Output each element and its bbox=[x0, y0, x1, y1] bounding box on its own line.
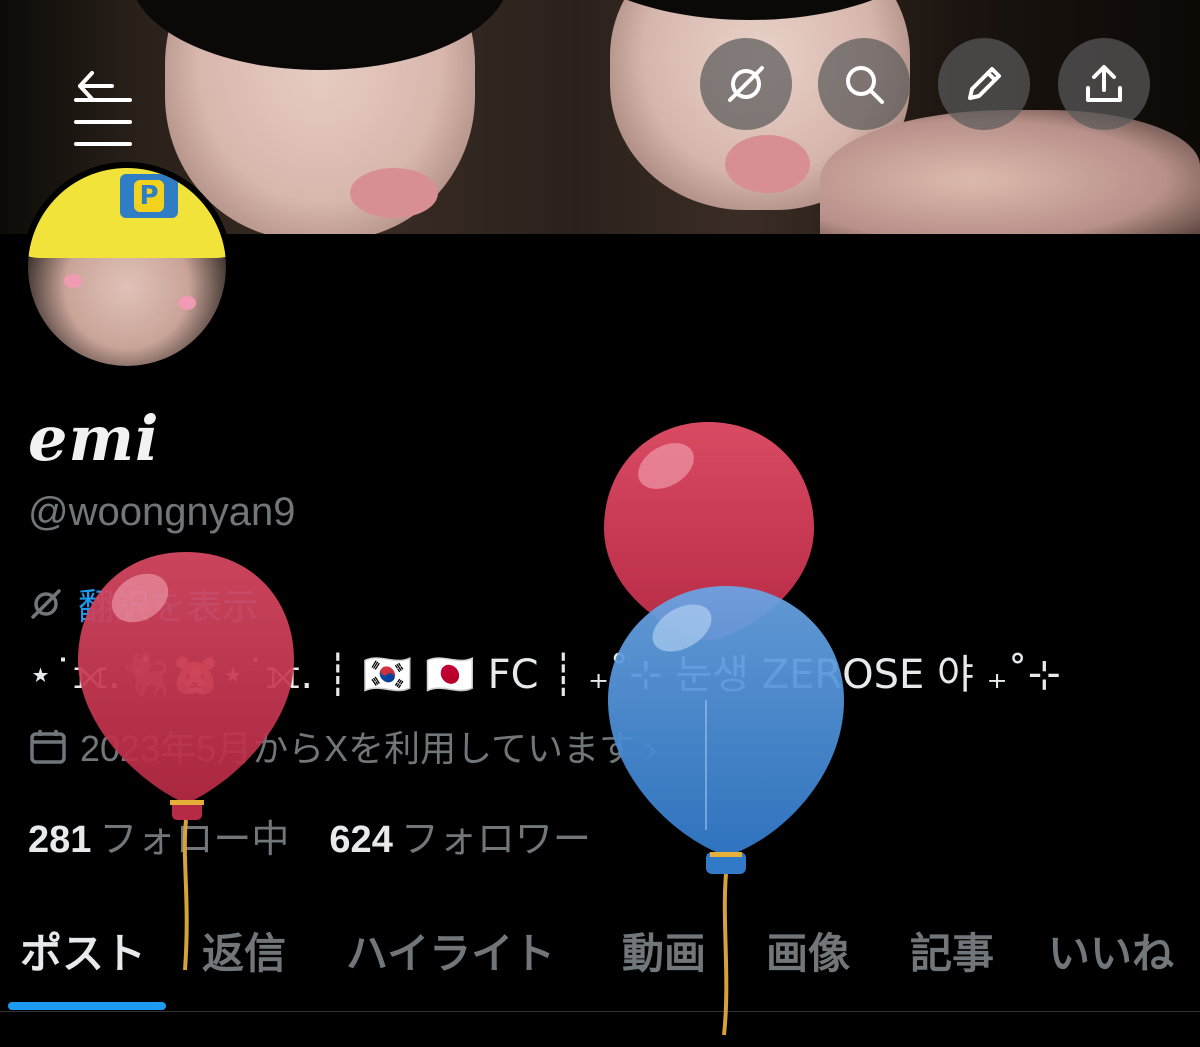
display-name: emi bbox=[28, 402, 160, 475]
bio: ⋆˙⟗.🐈‍⬛🐹⋆˙⟗. ┊ 🇰🇷 🇯🇵 FC ┊ ₊˚⊹ 눈생 ZEROSE … bbox=[28, 652, 1062, 698]
share-button[interactable] bbox=[1058, 38, 1150, 130]
tab-videos[interactable]: 動画 bbox=[622, 920, 706, 981]
tab-replies[interactable]: 返信 bbox=[202, 920, 286, 981]
followers-label: フォロワー bbox=[400, 819, 591, 861]
tab-articles[interactable]: 記事 bbox=[910, 920, 994, 981]
tab-likes[interactable]: いいね bbox=[1048, 920, 1174, 981]
avatar[interactable]: P bbox=[22, 162, 232, 372]
banner-lips-right bbox=[725, 135, 810, 193]
banner-lips-left bbox=[350, 168, 438, 218]
following-count: 281 bbox=[28, 819, 92, 861]
following-link[interactable]: 281 フォロー中 bbox=[28, 808, 289, 863]
avatar-helmet-badge: P bbox=[120, 174, 178, 218]
menu-icon[interactable] bbox=[68, 92, 136, 152]
handle: @woongnyan9 bbox=[28, 490, 296, 534]
pencil-icon bbox=[968, 67, 1001, 100]
followers-count: 624 bbox=[329, 819, 393, 861]
profile-tabs: ポスト 返信 ハイライト 動画 画像 記事 いいね bbox=[0, 912, 1200, 1012]
translate-label: 翻訳を表示 bbox=[78, 586, 259, 627]
translate-link[interactable]: 翻訳を表示 bbox=[28, 578, 258, 630]
followers-link[interactable]: 624 フォロワー bbox=[329, 808, 590, 863]
calendar-icon bbox=[30, 730, 66, 764]
tab-highlights[interactable]: ハイライト bbox=[346, 920, 555, 981]
avatar-blush-left bbox=[64, 274, 82, 288]
tab-posts[interactable]: ポスト bbox=[20, 920, 146, 981]
joined-date[interactable]: 2023年5月からXを利用しています › bbox=[28, 720, 657, 772]
following-label: フォロー中 bbox=[99, 819, 290, 861]
share-icon bbox=[1086, 65, 1122, 102]
tab-images[interactable]: 画像 bbox=[766, 920, 850, 981]
grok-icon bbox=[31, 589, 61, 619]
joined-text: 2023年5月からXを利用しています › bbox=[80, 728, 658, 769]
grok-button[interactable] bbox=[700, 38, 792, 130]
balloon-red-right bbox=[604, 422, 814, 640]
active-tab-indicator bbox=[8, 1002, 166, 1010]
avatar-blush-right bbox=[178, 296, 196, 310]
search-button[interactable] bbox=[818, 38, 910, 130]
follow-stats: 281 フォロー中 624 フォロワー bbox=[28, 808, 591, 863]
grok-icon bbox=[728, 66, 764, 102]
edit-button[interactable] bbox=[938, 38, 1030, 130]
search-icon bbox=[846, 66, 884, 104]
